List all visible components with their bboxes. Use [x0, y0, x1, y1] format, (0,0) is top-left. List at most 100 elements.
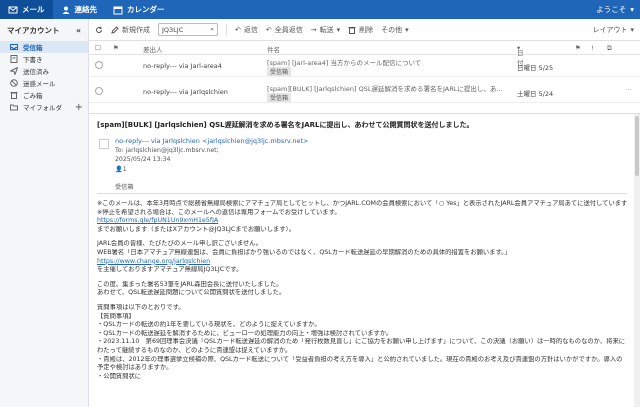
row-subject: [spam][BULK] [Jarlqslchien] QSL遅延解消を求める署… [267, 85, 507, 93]
sidebar-item-label: 送信済み [23, 68, 49, 76]
trash-icon [10, 92, 18, 99]
refresh-button[interactable] [95, 25, 103, 34]
chevron-down-icon: ▾ [630, 5, 634, 14]
message-title: [spam][BULK] [Jarlqslchien] QSL遅延解消を求める署… [97, 121, 474, 129]
sidebar-item-spam[interactable]: 迷惑メール [0, 77, 88, 89]
sidebar-item-label: 受信箱 [23, 44, 43, 52]
body-line: 質問事項は以下のとおりです。 [97, 303, 185, 311]
date-column-header[interactable]: 日付 ▾ [517, 44, 524, 67]
compose-button[interactable]: 新規作成 [111, 25, 150, 35]
message-header: no-reply--- via Jarlqslchien <jarlqslchi… [99, 136, 624, 191]
body-line: ※このメールは、本年3月時点で総務省無線局検索にアマチュア局としてヒットし、かつ… [97, 200, 627, 207]
body-link[interactable]: https://forms.gle/fpUN1Un9xmH1e5fJA [97, 217, 627, 226]
message-folder: 受信箱 [115, 184, 134, 191]
row-date: 土曜日 5/24 [517, 90, 554, 98]
body-line: ※停止を希望される場合は、このメールへの返信は専用フォームでお受けしています。 [97, 208, 341, 216]
body-line: までお願いします（またはXアカウント@JQ3LJCまでお願いします）。 [97, 225, 296, 233]
folder-icon [10, 104, 18, 111]
flag-icon[interactable]: ⚑ [575, 44, 581, 52]
table-row[interactable]: no-reply--- via Jarlqslchien [spam][BULK… [89, 81, 640, 103]
layout-button[interactable]: レイアウト ▾ [592, 25, 634, 35]
sent-icon [10, 67, 18, 75]
tab-calendar[interactable]: カレンダー [105, 0, 173, 19]
body-line: 【質問事項】 [97, 312, 135, 320]
forward-label: 転送 [319, 25, 334, 34]
mail-icon [8, 6, 18, 13]
tab-mail[interactable]: メール [0, 0, 53, 19]
account-title: マイアカウント [7, 25, 60, 35]
recipient-count[interactable]: 👤1 [115, 165, 127, 173]
row-date: 日曜日 5/25 [517, 64, 554, 72]
calendar-icon [113, 6, 123, 14]
search-value: JQ3LJC [162, 25, 184, 34]
scrollbar[interactable] [634, 114, 640, 407]
contacts-icon [62, 6, 69, 14]
reply-all-button[interactable]: ↶ 全員返信 [266, 25, 303, 35]
row-checkbox[interactable] [95, 61, 103, 69]
spam-icon [10, 79, 18, 87]
sidebar-item-sent[interactable]: 送信済み [0, 65, 88, 77]
reply-button[interactable]: ↶ 返信 [235, 25, 258, 35]
tab-calendar-label: カレンダー [127, 5, 165, 14]
flag-column-icon[interactable]: ⚑ [113, 44, 119, 52]
account-header[interactable]: マイアカウント « [0, 19, 88, 41]
sidebar-item-trash[interactable]: ごみ箱 [0, 89, 88, 101]
forward-icon: → [310, 25, 317, 34]
toolbar-divider [226, 23, 227, 36]
search-input[interactable]: JQ3LJC ⌕ [158, 23, 218, 36]
body-line: を主催しておりますアマチュア無線局JQ3LJCです。 [97, 266, 243, 274]
message-from[interactable]: no-reply--- via Jarlqslchien <jarlqslchi… [115, 137, 308, 145]
trash-icon [348, 26, 356, 34]
message-datetime: 2025/05/24 13:34 [115, 156, 171, 163]
chevron-down-icon: ▾ [405, 25, 409, 34]
tab-contacts-label: 連絡先 [74, 5, 98, 14]
refresh-icon [96, 25, 103, 33]
scrollbar-thumb[interactable] [635, 116, 639, 176]
add-folder-icon[interactable]: + [75, 102, 83, 113]
sidebar-item-label: ごみ箱 [23, 92, 43, 100]
subject-column-header[interactable]: 件名 [267, 44, 280, 54]
message-to: To: jarlqslchien@jq3ljc.mbsrv.net; [115, 147, 219, 154]
drafts-icon [10, 55, 18, 63]
sidebar-item-label: 下書き [23, 56, 43, 64]
top-navigation-bar: メール 連絡先 カレンダー ようこそ ▾ [0, 0, 640, 19]
body-line: WEB署名「日本アマチュア無線連盟は、会員に負担ばかり強いるのではなく、QSLカ… [97, 248, 511, 256]
body-link[interactable]: https://www.change.org/jarlqslchien [97, 258, 627, 267]
priority-icon[interactable]: ! [591, 44, 594, 52]
attachment-icon[interactable]: ⧉ [607, 44, 612, 53]
row-sender: no-reply--- via Jarlqslchien [143, 88, 228, 96]
row-checkbox[interactable] [95, 87, 103, 95]
recipient-count-value: 1 [122, 166, 127, 173]
search-icon[interactable]: ⌕ [210, 25, 214, 34]
body-line: ・2023.11.10 第69回理事会決議「QSLカード転送遅延の解消のため「発… [97, 338, 626, 354]
layout-label: レイアウト [592, 25, 628, 34]
tab-contacts[interactable]: 連絡先 [53, 0, 106, 19]
chevron-down-icon: ▾ [336, 25, 341, 34]
other-button[interactable]: その他 ▾ [381, 25, 409, 35]
sidebar-item-label: マイフォルダ [23, 104, 62, 112]
forward-button[interactable]: → 転送 ▾ [311, 25, 340, 35]
collapse-icon[interactable]: « [76, 26, 81, 35]
folder-badge: 受信箱 [267, 67, 292, 76]
sidebar-item-myfolder[interactable]: マイフォルダ + [0, 101, 88, 113]
sidebar-item-inbox[interactable]: 受信箱 [0, 41, 88, 53]
select-all-checkbox[interactable]: ☐ [95, 44, 101, 52]
reading-pane: [spam][BULK] [Jarlqslchien] QSL遅延解消を求める署… [89, 113, 640, 407]
tab-mail-label: メール [22, 5, 45, 14]
reply-all-label: 全員返信 [274, 25, 303, 34]
welcome-text: ようこそ [596, 5, 627, 14]
sender-column-header[interactable]: 差出人 [143, 44, 163, 54]
chevron-down-icon: ▾ [630, 25, 634, 34]
compose-icon [111, 25, 119, 34]
row-sender: no-reply--- via Jarl-area4 [143, 62, 222, 70]
table-row[interactable]: no-reply--- via Jarl-area4 [spam] [Jarl-… [89, 55, 640, 77]
sidebar: マイアカウント « 受信箱 下書き 送信済み 迷惑メール ごみ箱 マイフォルダ … [0, 19, 89, 407]
more-options-icon[interactable]: ··· [626, 86, 632, 94]
sidebar-item-drafts[interactable]: 下書き [0, 53, 88, 65]
delete-button[interactable]: 削除 [348, 25, 373, 35]
other-label: その他 [381, 25, 403, 34]
body-line: ・QSLカードの転送の約1年を要している現状を、どのように捉えていますか。 [97, 321, 321, 329]
message-body: ※このメールは、本年3月時点で総務省無線局検索にアマチュア局としてヒットし、かつ… [97, 200, 627, 381]
sidebar-item-label: 迷惑メール [23, 80, 56, 88]
user-menu[interactable]: ようこそ ▾ [596, 0, 640, 19]
